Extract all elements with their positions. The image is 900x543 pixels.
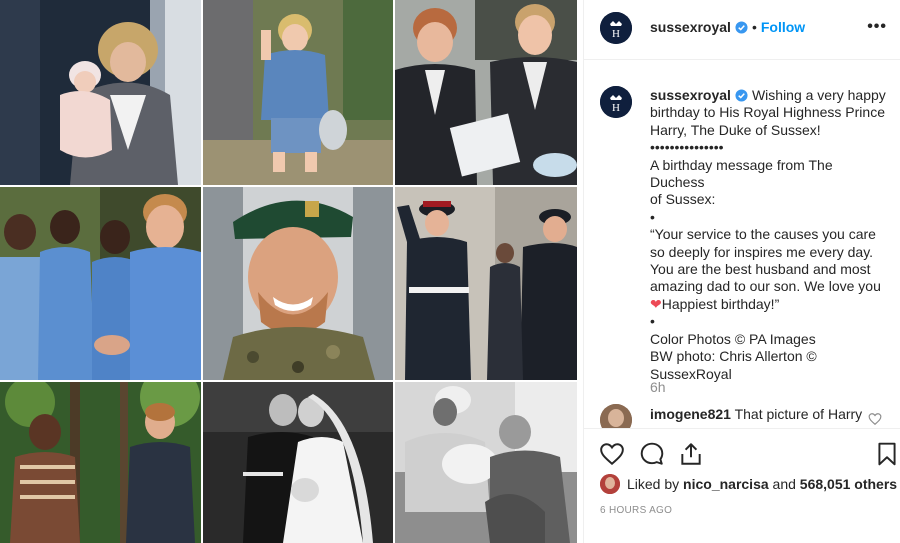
caption-first-line: sussexroyal Wishing a very happy bbox=[650, 87, 890, 104]
follow-button[interactable]: Follow bbox=[761, 19, 805, 35]
commenter-username-link[interactable]: imogene821 bbox=[650, 406, 731, 422]
comment-text: imogene821 That picture of Harry bbox=[650, 406, 862, 422]
caption-avatar[interactable]: H bbox=[600, 86, 632, 118]
caption-line: Color Photos © PA Images bbox=[650, 330, 816, 347]
heart-icon[interactable] bbox=[599, 441, 625, 467]
more-options-icon[interactable]: ••• bbox=[867, 18, 887, 36]
verified-badge-icon bbox=[735, 20, 748, 34]
caption-line: Wishing a very happy bbox=[751, 87, 886, 103]
photo-tile-rainforest bbox=[0, 382, 201, 543]
share-icon[interactable] bbox=[678, 441, 704, 467]
caption-line-with-heart: ❤Happiest birthday!” bbox=[650, 296, 890, 313]
caption-username-link[interactable]: sussexroyal bbox=[650, 87, 731, 103]
verified-badge-icon bbox=[735, 89, 748, 102]
caption-line: BW photo: Chris Allerton © bbox=[650, 348, 817, 365]
photo-tile-military-portrait bbox=[203, 187, 393, 380]
caption-line: • bbox=[650, 208, 655, 225]
account-avatar[interactable]: H bbox=[600, 12, 632, 44]
comment-body: That picture of Harry bbox=[734, 406, 863, 422]
bookmark-icon[interactable] bbox=[874, 441, 900, 467]
caption-line: “Your service to the causes you care bbox=[650, 226, 876, 243]
header-account-row: sussexroyal • Follow bbox=[650, 19, 805, 35]
caption-line: You are the best husband and most bbox=[650, 261, 871, 278]
photo-tile-teen-brothers bbox=[395, 0, 577, 185]
caption-line: so deeply for inspires me every day. bbox=[650, 243, 874, 260]
caption-line: A birthday message from The Duchess bbox=[650, 156, 833, 191]
caption-line: ••••••••••••••• bbox=[650, 139, 724, 156]
photo-tile-salute-uniform bbox=[395, 187, 577, 380]
post-header: H sussexroyal • Follow ••• bbox=[584, 0, 900, 60]
post-caption: sussexroyal Wishing a very happy birthday… bbox=[650, 87, 890, 383]
svg-text:H: H bbox=[612, 28, 620, 40]
post-detail-panel: H sussexroyal • Follow ••• H sussexroyal… bbox=[583, 0, 900, 543]
photo-collage bbox=[0, 0, 582, 543]
svg-text:H: H bbox=[612, 102, 620, 114]
liker-username-link[interactable]: nico_narcisa bbox=[683, 476, 769, 492]
caption-line: SussexRoyal bbox=[650, 365, 732, 382]
caption-line: birthday to His Royal Highness Prince bbox=[650, 104, 885, 121]
comment-bubble-icon[interactable] bbox=[639, 441, 665, 467]
likes-joiner: and bbox=[772, 476, 796, 492]
caption-line: Harry, The Duke of Sussex! bbox=[650, 121, 821, 138]
photo-tile-wedding-kiss bbox=[203, 382, 393, 543]
photo-tile-mother-and-baby bbox=[0, 0, 201, 185]
caption-line: • bbox=[650, 313, 655, 330]
likes-count-link[interactable]: 568,051 others bbox=[800, 476, 897, 492]
red-heart-emoji-icon: ❤ bbox=[650, 295, 662, 312]
post-timestamp[interactable]: 6 HOURS AGO bbox=[600, 505, 672, 516]
photo-tile-family-baby bbox=[395, 382, 577, 543]
caption-line: Happiest birthday!” bbox=[661, 295, 780, 312]
photo-tile-boy-waving bbox=[203, 0, 393, 185]
commenter-avatar[interactable] bbox=[600, 404, 632, 428]
liker-avatar[interactable] bbox=[600, 474, 620, 494]
header-username-link[interactable]: sussexroyal bbox=[650, 19, 731, 35]
comment-row: imogene821 That picture of Harry bbox=[600, 404, 890, 428]
caption-age[interactable]: 6h bbox=[650, 379, 666, 395]
post-actions-bar bbox=[584, 428, 900, 478]
likes-prefix: Liked by bbox=[627, 476, 680, 492]
header-dot-separator: • bbox=[751, 19, 757, 35]
likes-summary: Liked by nico_narcisa and 568,051 others bbox=[600, 474, 897, 494]
caption-line: of Sussex: bbox=[650, 191, 716, 208]
photo-tile-school-children bbox=[0, 187, 201, 380]
caption-line: amazing dad to our son. We love you bbox=[650, 278, 881, 295]
comment-like-heart-icon[interactable] bbox=[868, 412, 882, 426]
